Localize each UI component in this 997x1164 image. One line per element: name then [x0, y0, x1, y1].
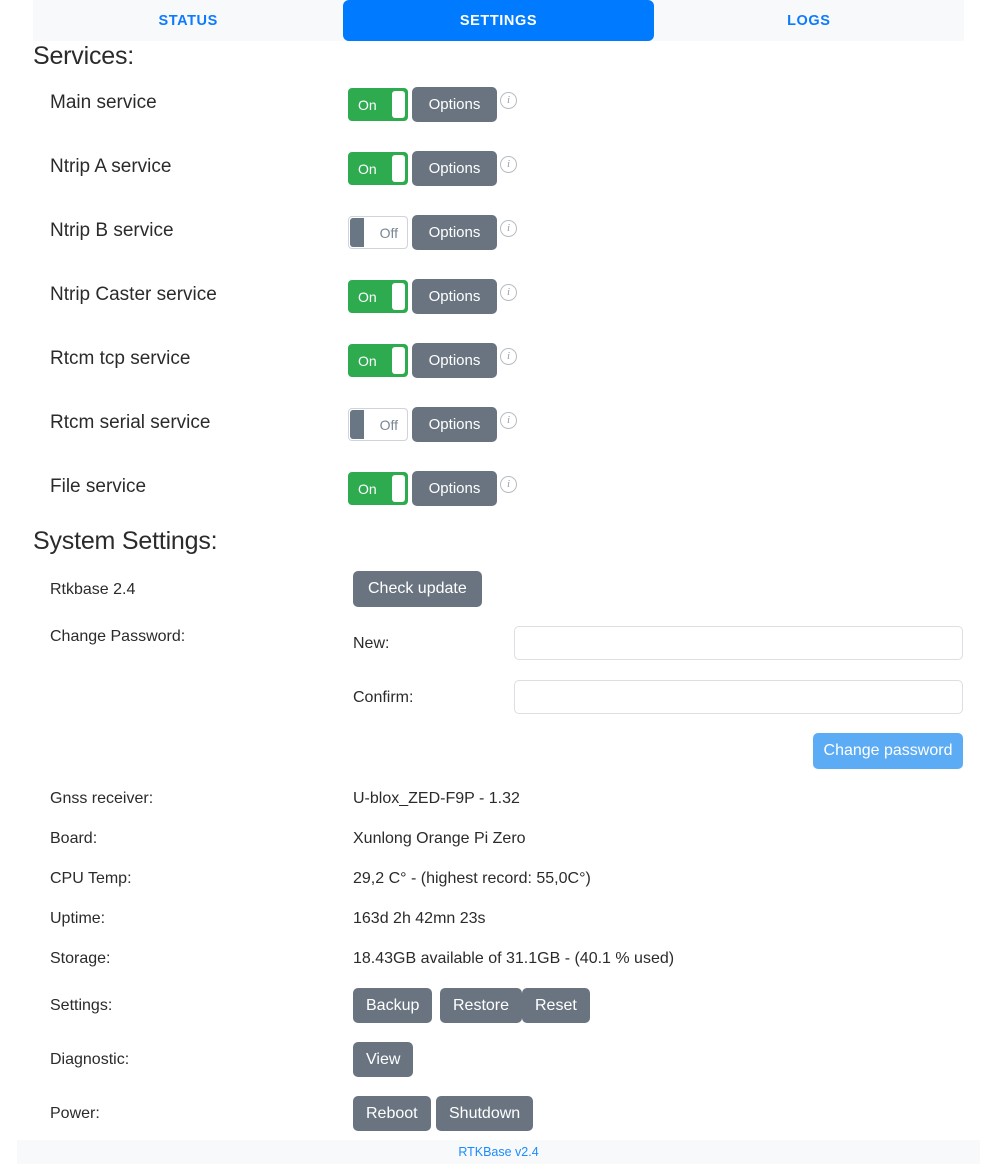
service-toggle-ntrip-caster-service[interactable]: On [348, 280, 408, 313]
main-tab-bar: STATUS SETTINGS LOGS [33, 0, 964, 41]
info-circle-icon[interactable]: i [500, 92, 517, 109]
storage-value: 18.43GB available of 31.1GB - (40.1 % us… [353, 950, 675, 967]
uptime-value: 163d 2h 42mn 23s [353, 910, 486, 927]
backup-button[interactable]: Backup [353, 988, 433, 1023]
service-row-ntrip-a-service: Ntrip A service On Options i [0, 151, 997, 208]
service-label: File service [50, 476, 147, 497]
confirm-password-input[interactable] [514, 680, 963, 714]
info-circle-icon[interactable]: i [500, 284, 517, 301]
service-toggle-main-service[interactable]: On [348, 88, 408, 121]
toggle-state-label: On [358, 480, 377, 497]
change-password-button[interactable]: Change password [813, 733, 963, 769]
footer-version-link[interactable]: RTKBase v2.4 [458, 1145, 538, 1159]
storage-label: Storage: [50, 950, 111, 967]
service-options-button[interactable]: Options [412, 215, 497, 250]
service-label: Ntrip A service [50, 156, 172, 177]
service-label: Ntrip Caster service [50, 284, 217, 305]
toggle-state-label: Off [379, 416, 398, 433]
rtkbase-version-label: Rtkbase 2.4 [50, 581, 136, 598]
service-options-button[interactable]: Options [412, 471, 497, 506]
uptime-label: Uptime: [50, 910, 106, 927]
board-value: Xunlong Orange Pi Zero [353, 830, 526, 847]
toggle-state-label: On [358, 160, 377, 177]
gnss-receiver-value: U-blox_ZED-F9P - 1.32 [353, 790, 520, 807]
service-row-ntrip-caster-service: Ntrip Caster service On Options i [0, 279, 997, 336]
new-password-input[interactable] [514, 626, 963, 660]
service-toggle-ntrip-b-service[interactable]: Off [348, 216, 408, 249]
toggle-knob [392, 91, 405, 118]
service-row-file-service: File service On Options i [0, 471, 997, 528]
toggle-knob [350, 218, 364, 247]
check-update-button[interactable]: Check update [353, 571, 482, 607]
power-label: Power: [50, 1105, 100, 1122]
diagnostic-label: Diagnostic: [50, 1051, 130, 1068]
service-toggle-rtcm-serial-service[interactable]: Off [348, 408, 408, 441]
reset-button[interactable]: Reset [522, 988, 590, 1023]
toggle-state-label: On [358, 96, 377, 113]
services-section-title: Services: [33, 42, 135, 70]
cpu-temp-label: CPU Temp: [50, 870, 132, 887]
info-circle-icon[interactable]: i [500, 156, 517, 173]
info-circle-icon[interactable]: i [500, 220, 517, 237]
service-label: Ntrip B service [50, 220, 174, 241]
service-row-main-service: Main service On Options i [0, 87, 997, 144]
service-row-rtcm-tcp-service: Rtcm tcp service On Options i [0, 343, 997, 400]
system-settings-section-title: System Settings: [33, 527, 218, 555]
cpu-temp-value: 29,2 C° - (highest record: 55,0C°) [353, 870, 591, 887]
confirm-password-label: Confirm: [353, 689, 414, 706]
info-circle-icon[interactable]: i [500, 412, 517, 429]
service-label: Rtcm serial service [50, 412, 211, 433]
toggle-knob [350, 410, 364, 439]
service-options-button[interactable]: Options [412, 343, 497, 378]
service-toggle-ntrip-a-service[interactable]: On [348, 152, 408, 185]
toggle-state-label: On [358, 352, 377, 369]
service-toggle-rtcm-tcp-service[interactable]: On [348, 344, 408, 377]
service-options-button[interactable]: Options [412, 407, 497, 442]
settings-page: STATUS SETTINGS LOGS Services: Main serv… [0, 0, 997, 1164]
service-label: Main service [50, 92, 157, 113]
service-toggle-file-service[interactable]: On [348, 472, 408, 505]
settings-actions-label: Settings: [50, 997, 113, 1014]
info-circle-icon[interactable]: i [500, 348, 517, 365]
service-row-rtcm-serial-service: Rtcm serial service Off Options i [0, 407, 997, 464]
service-label: Rtcm tcp service [50, 348, 191, 369]
change-password-label: Change Password: [50, 628, 186, 645]
service-options-button[interactable]: Options [412, 151, 497, 186]
toggle-knob [392, 283, 405, 310]
toggle-knob [392, 155, 405, 182]
restore-button[interactable]: Restore [440, 988, 523, 1023]
gnss-receiver-label: Gnss receiver: [50, 790, 154, 807]
service-row-ntrip-b-service: Ntrip B service Off Options i [0, 215, 997, 272]
service-options-button[interactable]: Options [412, 279, 497, 314]
toggle-knob [392, 347, 405, 374]
tab-settings[interactable]: SETTINGS [343, 0, 654, 41]
toggle-state-label: Off [379, 224, 398, 241]
toggle-state-label: On [358, 288, 377, 305]
view-diagnostic-button[interactable]: View [353, 1042, 414, 1077]
tab-status[interactable]: STATUS [33, 0, 343, 41]
service-options-button[interactable]: Options [412, 87, 497, 122]
board-label: Board: [50, 830, 98, 847]
toggle-knob [392, 475, 405, 502]
tab-logs[interactable]: LOGS [654, 0, 964, 41]
shutdown-button[interactable]: Shutdown [436, 1096, 534, 1131]
info-circle-icon[interactable]: i [500, 476, 517, 493]
page-footer: RTKBase v2.4 [17, 1140, 980, 1164]
new-password-label: New: [353, 635, 390, 652]
reboot-button[interactable]: Reboot [353, 1096, 431, 1131]
